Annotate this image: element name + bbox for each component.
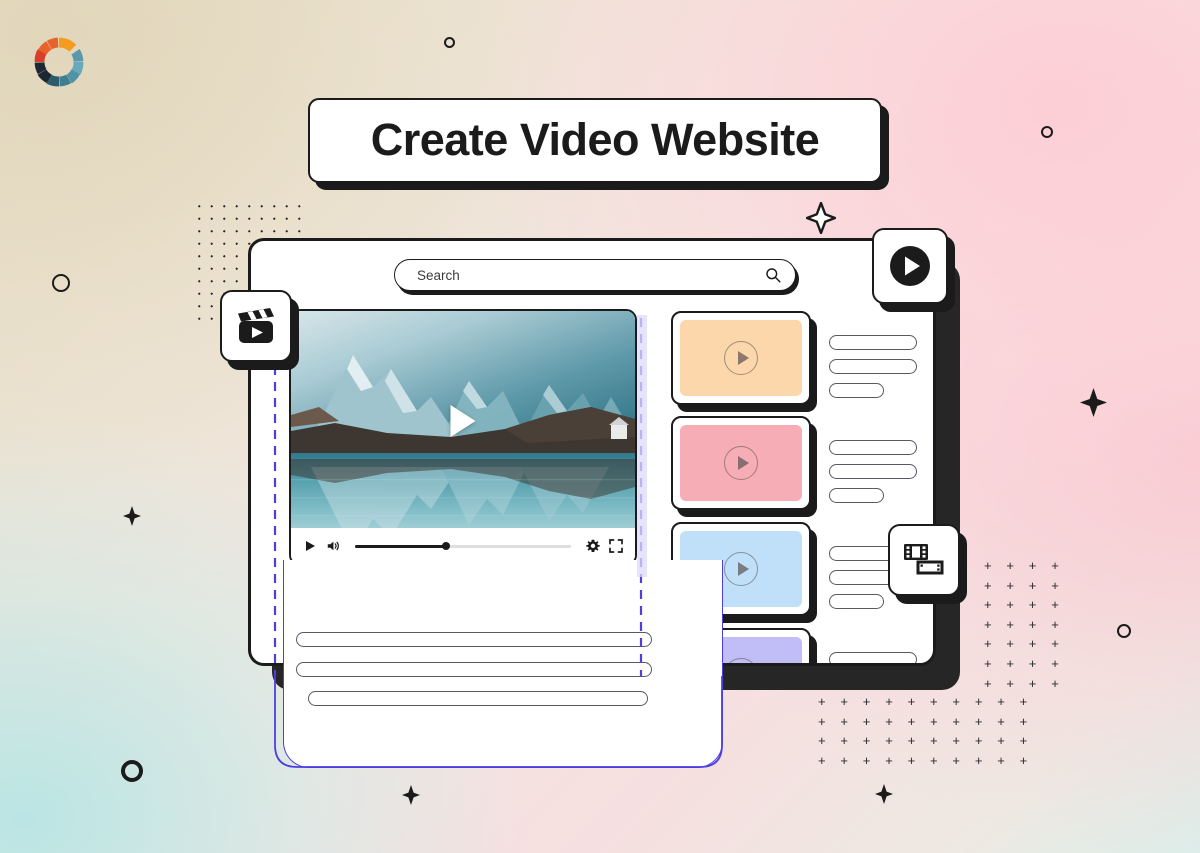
video-card-1-line-3 (829, 383, 884, 398)
sparkle-solid-icon-4 (875, 784, 893, 804)
video-card-2[interactable] (671, 416, 817, 517)
search-bar[interactable]: Search (394, 259, 799, 295)
plus-grid-pattern-bottom: + + + + + + + + + + + + + + + + + + + + … (818, 694, 1033, 768)
play-icon (737, 562, 749, 576)
play-icon[interactable] (450, 404, 476, 437)
play-circle-icon[interactable] (724, 658, 758, 663)
overflow-content-card (283, 560, 723, 768)
search-input[interactable]: Search (417, 268, 765, 283)
gear-icon[interactable] (586, 539, 600, 553)
placeholder-line-overflow-2 (296, 662, 652, 677)
play-circle-icon[interactable] (724, 446, 758, 480)
video-card-2-line-1 (829, 440, 917, 455)
color-wheel-logo (34, 37, 84, 87)
volume-icon[interactable] (326, 539, 340, 553)
plus-grid-pattern-right: + + + + + + + + + + + + + + + + + + + + … (984, 558, 1065, 691)
progress-fill (355, 544, 446, 548)
search-bar-field[interactable]: Search (394, 259, 796, 291)
progress-knob[interactable] (441, 542, 450, 550)
play-icon[interactable] (303, 539, 317, 553)
play-icon (737, 351, 749, 365)
circle-outline-4 (1117, 624, 1131, 638)
page-title-card: Create Video Website (308, 98, 882, 184)
video-card-2-line-3 (829, 488, 884, 503)
sparkle-solid-icon-1 (1080, 388, 1107, 417)
video-card-1-line-1 (829, 335, 917, 350)
badge-card[interactable] (220, 290, 292, 362)
video-thumbnail[interactable] (680, 425, 802, 501)
film-strip-icon[interactable] (902, 540, 946, 580)
placeholder-line-overflow-3 (308, 691, 648, 706)
badge-card[interactable] (872, 228, 948, 304)
video-scene[interactable] (291, 311, 635, 530)
play-circle-icon[interactable] (724, 341, 758, 375)
clapperboard-badge[interactable] (220, 290, 299, 370)
page-title: Create Video Website (370, 114, 820, 165)
sparkle-outline-icon (806, 202, 836, 234)
video-card-3-line-3 (829, 594, 884, 609)
video-card-2-line-2 (829, 464, 917, 479)
video-player-frame (289, 309, 637, 566)
video-player[interactable] (289, 309, 637, 566)
play-circle-icon[interactable] (889, 245, 931, 287)
progress-bar[interactable] (355, 542, 571, 550)
search-icon[interactable] (765, 267, 781, 283)
video-card-1[interactable] (671, 311, 817, 412)
video-card-4-line-1 (829, 652, 917, 663)
sparkle-solid-icon-2 (123, 506, 141, 526)
circle-outline-1 (444, 37, 455, 48)
circle-outline-3 (52, 274, 70, 292)
sparkle-solid-icon-3 (402, 785, 420, 805)
play-button-badge[interactable] (872, 228, 955, 312)
film-strip-badge[interactable] (888, 524, 967, 604)
play-circle-icon[interactable] (724, 552, 758, 586)
video-thumbnail[interactable] (680, 320, 802, 396)
clapperboard-play-icon[interactable] (236, 307, 276, 345)
video-card-1-line-2 (829, 359, 917, 374)
video-card-frame[interactable] (671, 311, 811, 405)
circle-outline-5 (121, 760, 143, 782)
fullscreen-icon[interactable] (609, 539, 623, 553)
play-icon (737, 456, 749, 470)
video-card-frame[interactable] (671, 416, 811, 510)
placeholder-line-overflow-1 (296, 632, 652, 647)
badge-card[interactable] (888, 524, 960, 596)
video-controls (291, 528, 635, 564)
circle-outline-2 (1041, 126, 1053, 138)
page-title-box: Create Video Website (308, 98, 882, 184)
